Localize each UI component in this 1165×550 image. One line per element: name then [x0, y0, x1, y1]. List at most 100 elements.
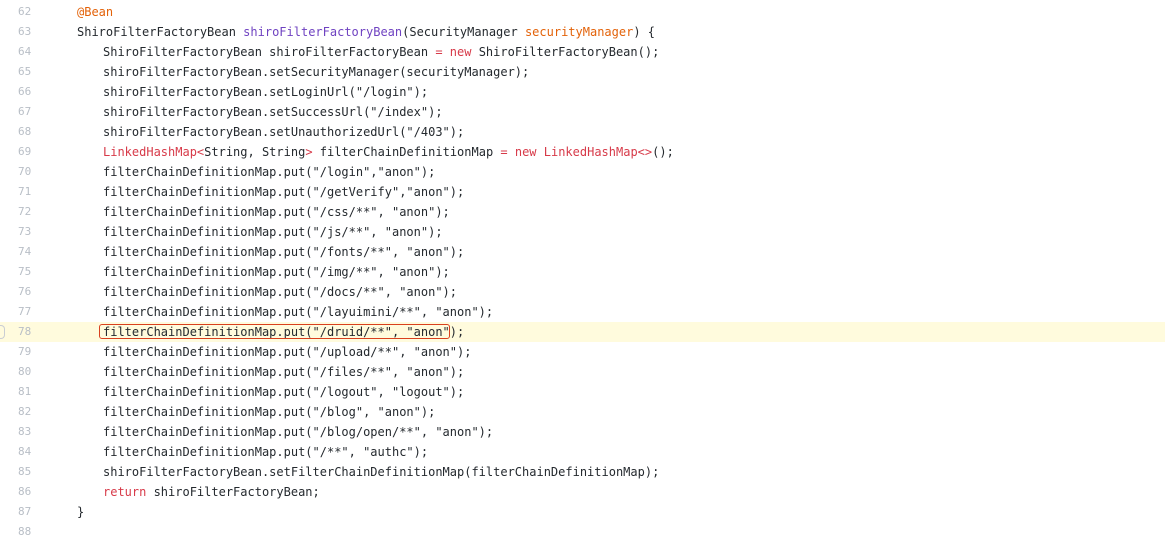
- code-line[interactable]: 86 return shiroFilterFactoryBean;: [0, 482, 1165, 502]
- code-token: shiroFilterFactoryBean.setSuccessUrl("/i…: [103, 105, 443, 119]
- line-number: 65: [18, 65, 32, 78]
- line-number: 82: [18, 405, 32, 418]
- code-text: filterChainDefinitionMap.put("/**", "aut…: [103, 442, 428, 462]
- code-line[interactable]: 77 filterChainDefinitionMap.put("/layuimi…: [0, 302, 1165, 322]
- code-token: }: [77, 505, 85, 519]
- code-token: String, String: [204, 145, 306, 159]
- line-number: 73: [18, 225, 32, 238]
- code-token: filterChainDefinitionMap.put("/druid/**"…: [103, 325, 465, 339]
- code-line[interactable]: 74 filterChainDefinitionMap.put("/fonts/*…: [0, 242, 1165, 262]
- code-token: @Bean: [77, 5, 114, 19]
- code-token: LinkedHashMap<: [103, 145, 205, 159]
- code-text: filterChainDefinitionMap.put("/img/**", …: [103, 262, 450, 282]
- code-token: (SecurityManager: [402, 25, 525, 39]
- code-token: securityManager: [524, 25, 634, 39]
- code-line[interactable]: 79 filterChainDefinitionMap.put("/upload/…: [0, 342, 1165, 362]
- code-text: filterChainDefinitionMap.put("/files/**"…: [103, 362, 464, 382]
- code-token: filterChainDefinitionMap.put("/getVerify…: [103, 185, 465, 199]
- code-token: filterChainDefinitionMap.put("/css/**", …: [103, 205, 450, 219]
- code-token: ) {: [633, 25, 656, 39]
- code-line[interactable]: 62 @Bean: [0, 2, 1165, 22]
- line-number: 85: [18, 465, 32, 478]
- code-token: filterChainDefinitionMap.put("/layuimini…: [103, 305, 494, 319]
- code-token: shiroFilterFactoryBean.setSecurityManage…: [103, 65, 530, 79]
- line-number: 71: [18, 185, 32, 198]
- code-viewer: 88 87} 86 return shiroFilterFactoryBean; 85 s…: [0, 0, 1165, 550]
- code-text: filterChainDefinitionMap.put("/upload/**…: [103, 342, 471, 362]
- code-line[interactable]: 72 filterChainDefinitionMap.put("/css/**"…: [0, 202, 1165, 222]
- code-text: }: [77, 502, 84, 522]
- code-token: filterChainDefinitionMap.put("/docs/**",…: [103, 285, 458, 299]
- code-line[interactable]: 85 shiroFilterFactoryBean.setFilterChainD…: [0, 462, 1165, 482]
- code-token: shiroFilterFactoryBean: [243, 25, 403, 39]
- code-line[interactable]: 75 filterChainDefinitionMap.put("/img/**"…: [0, 262, 1165, 282]
- code-text: filterChainDefinitionMap.put("/login","a…: [103, 162, 435, 182]
- code-token: LinkedHashMap<>: [543, 145, 653, 159]
- code-token: shiroFilterFactoryBean;: [146, 485, 320, 499]
- code-line[interactable]: 87}: [0, 502, 1165, 522]
- line-number: 70: [18, 165, 32, 178]
- line-number: 80: [18, 365, 32, 378]
- code-line[interactable]: 64 ShiroFilterFactoryBean shiroFilterFact…: [0, 42, 1165, 62]
- code-text: filterChainDefinitionMap.put("/docs/**",…: [103, 282, 457, 302]
- code-token: filterChainDefinitionMap.put("/logout", …: [103, 385, 465, 399]
- line-number: 75: [18, 265, 32, 278]
- code-line[interactable]: 68 shiroFilterFactoryBean.setUnauthorized…: [0, 122, 1165, 142]
- code-line[interactable]: 71 filterChainDefinitionMap.put("/getVeri…: [0, 182, 1165, 202]
- code-line[interactable]: 69 LinkedHashMap<String, String> filterCh…: [0, 142, 1165, 162]
- code-text: filterChainDefinitionMap.put("/js/**", "…: [103, 222, 443, 242]
- code-line[interactable]: 73 filterChainDefinitionMap.put("/js/**",…: [0, 222, 1165, 242]
- code-text: shiroFilterFactoryBean.setUnauthorizedUr…: [103, 122, 464, 142]
- line-number: 78: [18, 325, 32, 338]
- code-line[interactable]: 70 filterChainDefinitionMap.put("/login",…: [0, 162, 1165, 182]
- line-number: 87: [18, 505, 32, 518]
- code-token: filterChainDefinitionMap.put("/blog", "a…: [103, 405, 436, 419]
- code-line[interactable]: 63 ShiroFilterFactoryBean shiroFilterFact…: [0, 22, 1165, 42]
- line-number: 79: [18, 345, 32, 358]
- code-line[interactable]: 88: [0, 522, 1165, 542]
- code-token: filterChainDefinitionMap.put("/fonts/**"…: [103, 245, 465, 259]
- code-token: filterChainDefinitionMap.put("/img/**", …: [103, 265, 450, 279]
- code-line-highlighted[interactable]: 78 filterChainDefinitionMap.put("/druid/*…: [0, 322, 1165, 342]
- code-line[interactable]: 67 shiroFilterFactoryBean.setSuccessUrl("…: [0, 102, 1165, 122]
- code-text: filterChainDefinitionMap.put("/layuimini…: [103, 302, 493, 322]
- code-line[interactable]: 82 filterChainDefinitionMap.put("/blog", …: [0, 402, 1165, 422]
- code-text: filterChainDefinitionMap.put("/blog/open…: [103, 422, 493, 442]
- code-text: return shiroFilterFactoryBean;: [103, 482, 320, 502]
- line-number: 63: [18, 25, 32, 38]
- code-line[interactable]: 83 filterChainDefinitionMap.put("/blog/op…: [0, 422, 1165, 442]
- code-text: shiroFilterFactoryBean.setLoginUrl("/log…: [103, 82, 428, 102]
- code-token: ();: [652, 145, 674, 159]
- code-line[interactable]: 81 filterChainDefinitionMap.put("/logout"…: [0, 382, 1165, 402]
- code-token: filterChainDefinitionMap.put("/**", "aut…: [103, 445, 429, 459]
- code-token: = new: [500, 145, 537, 159]
- code-token: shiroFilterFactoryBean.setFilterChainDef…: [103, 465, 660, 479]
- code-text: shiroFilterFactoryBean.setSuccessUrl("/i…: [103, 102, 443, 122]
- code-token: filterChainDefinitionMap.put("/js/**", "…: [103, 225, 443, 239]
- code-line[interactable]: 84 filterChainDefinitionMap.put("/**", "a…: [0, 442, 1165, 462]
- code-line[interactable]: 66 shiroFilterFactoryBean.setLoginUrl("/l…: [0, 82, 1165, 102]
- code-token: shiroFilterFactoryBean.setUnauthorizedUr…: [103, 125, 465, 139]
- code-text: ShiroFilterFactoryBean shiroFilterFactor…: [103, 42, 659, 62]
- code-line[interactable]: 76 filterChainDefinitionMap.put("/docs/**…: [0, 282, 1165, 302]
- code-token: shiroFilterFactoryBean.setLoginUrl("/log…: [103, 85, 429, 99]
- line-number: 72: [18, 205, 32, 218]
- code-token: filterChainDefinitionMap.put("/login","a…: [103, 165, 436, 179]
- code-token: filterChainDefinitionMap.put("/upload/**…: [103, 345, 472, 359]
- code-token: filterChainDefinitionMap.put("/blog/open…: [103, 425, 494, 439]
- line-number: 66: [18, 85, 32, 98]
- code-text: filterChainDefinitionMap.put("/druid/**"…: [103, 322, 464, 342]
- code-token: = new: [435, 45, 472, 59]
- line-number: 84: [18, 445, 32, 458]
- code-text: shiroFilterFactoryBean.setFilterChainDef…: [103, 462, 659, 482]
- code-text: filterChainDefinitionMap.put("/blog", "a…: [103, 402, 435, 422]
- code-token: filterChainDefinitionMap.put("/files/**"…: [103, 365, 465, 379]
- line-number: 83: [18, 425, 32, 438]
- code-line[interactable]: 65 shiroFilterFactoryBean.setSecurityMana…: [0, 62, 1165, 82]
- code-text: filterChainDefinitionMap.put("/getVerify…: [103, 182, 464, 202]
- code-text: LinkedHashMap<String, String> filterChai…: [103, 142, 674, 162]
- code-line[interactable]: 80 filterChainDefinitionMap.put("/files/*…: [0, 362, 1165, 382]
- code-token: ShiroFilterFactoryBean();: [471, 45, 660, 59]
- line-number: 76: [18, 285, 32, 298]
